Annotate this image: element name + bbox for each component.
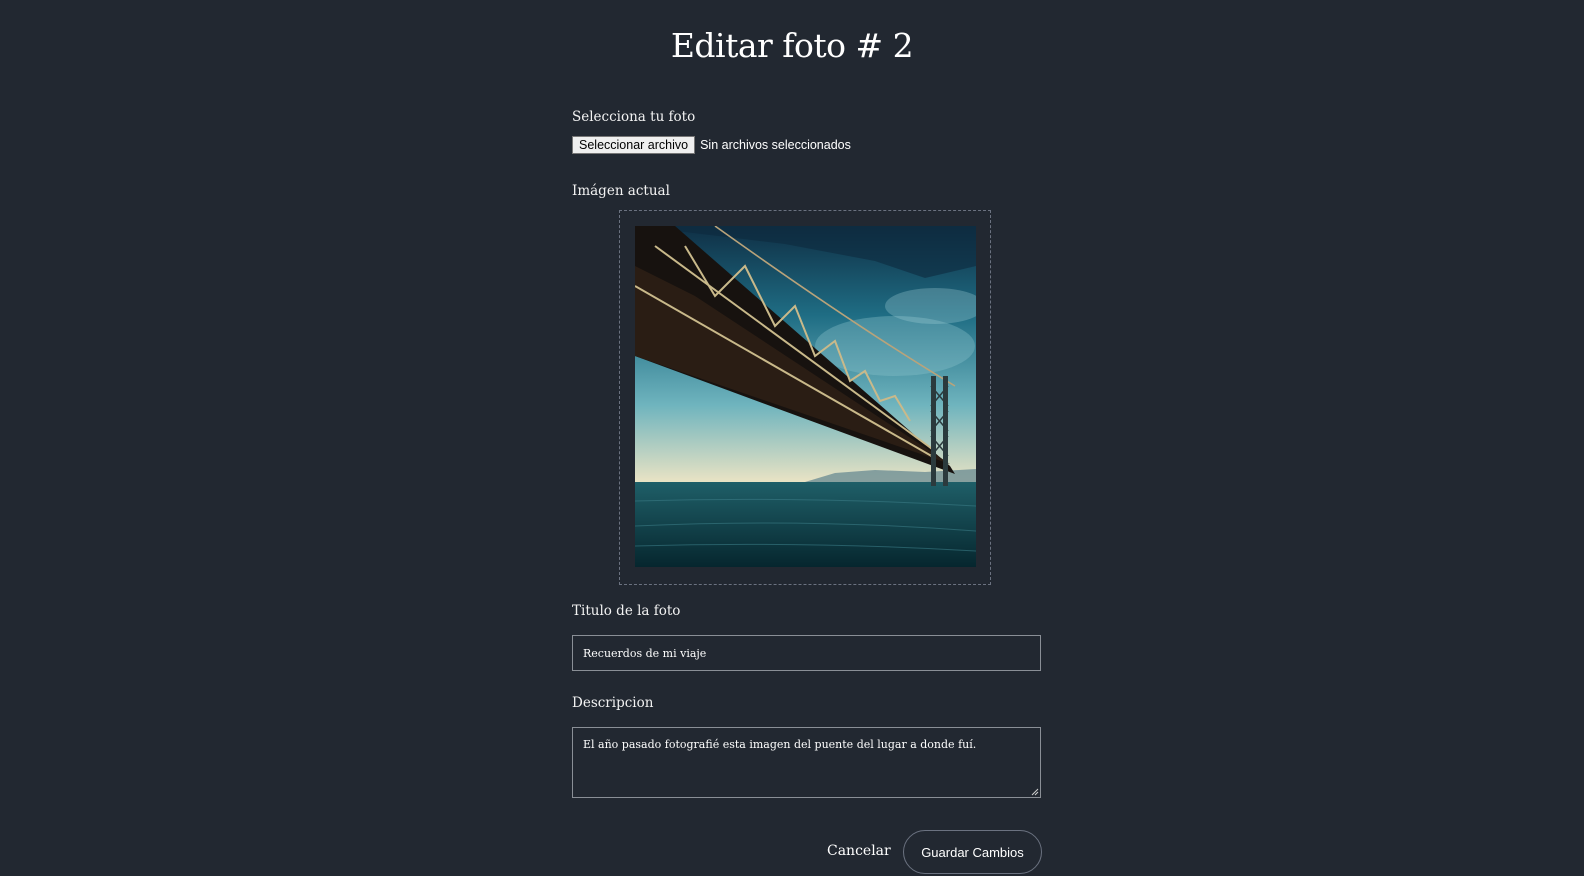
photo-title-input[interactable] — [572, 635, 1041, 671]
description-textarea[interactable]: El año pasado fotografié esta imagen del… — [572, 727, 1041, 798]
file-status-text: Sin archivos seleccionados — [700, 138, 851, 152]
save-changes-button[interactable]: Guardar Cambios — [903, 830, 1042, 874]
page-title: Editar foto # 2 — [670, 26, 914, 65]
title-label: Titulo de la foto — [572, 603, 681, 619]
file-picker: Seleccionar archivo Sin archivos selecci… — [572, 136, 851, 154]
bridge-photo — [635, 226, 976, 567]
cancel-button[interactable]: Cancelar — [827, 843, 891, 859]
current-image-label: Imágen actual — [572, 183, 670, 199]
upload-label: Selecciona tu foto — [572, 109, 696, 125]
current-image-frame — [619, 210, 991, 585]
description-label: Descripcion — [572, 695, 654, 711]
current-photo — [635, 226, 976, 567]
resize-grip-icon[interactable] — [1029, 786, 1039, 796]
choose-file-button[interactable]: Seleccionar archivo — [572, 136, 696, 154]
